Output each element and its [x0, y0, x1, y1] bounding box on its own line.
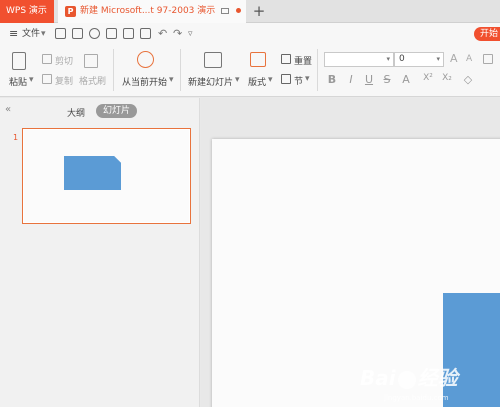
- tab-outline[interactable]: 大纲: [67, 106, 85, 119]
- font-family-select[interactable]: ▾: [324, 52, 394, 67]
- chevron-down-icon: ▾: [386, 55, 390, 63]
- document-tab-label: 新建 Microsoft...t 97-2003 演示: [80, 6, 216, 16]
- underline-button[interactable]: U: [363, 73, 375, 86]
- menu-bar: ≡ 文件 ▾ ↶ ↷ ▿ 开始: [0, 23, 500, 45]
- print-preview-icon[interactable]: [123, 28, 134, 39]
- app-tab[interactable]: WPS 演示: [0, 0, 54, 23]
- baidu-watermark: Bai 经验: [360, 358, 500, 398]
- collapse-panel-icon[interactable]: «: [5, 104, 11, 115]
- ribbon: 粘贴 ▾ 剪切 复制 格式刷 从当前开始 ▾ 新建幻灯片 ▾ 版式 ▾ 重置 节…: [0, 45, 500, 97]
- new-slide-label[interactable]: 新建幻灯片: [188, 75, 233, 88]
- document-tab[interactable]: P 新建 Microsoft...t 97-2003 演示: [58, 0, 246, 23]
- format-painter-label[interactable]: 格式刷: [79, 74, 106, 87]
- presentation-file-icon: P: [65, 6, 76, 17]
- divider: [180, 49, 181, 91]
- cut-button-label[interactable]: 剪切: [55, 54, 73, 67]
- section-label[interactable]: 节: [294, 74, 303, 87]
- tab-slides[interactable]: 幻灯片: [96, 104, 137, 118]
- subscript-button[interactable]: X₂: [441, 73, 453, 83]
- strikethrough-button[interactable]: S: [381, 73, 393, 86]
- new-tab-button[interactable]: +: [252, 2, 266, 20]
- scissors-icon[interactable]: [42, 54, 52, 64]
- increase-font-icon[interactable]: A: [450, 52, 458, 65]
- font-size-select[interactable]: 0 ▾: [394, 52, 444, 67]
- quick-access-dropdown-icon[interactable]: ▿: [188, 27, 193, 41]
- bold-button[interactable]: B: [326, 73, 338, 86]
- font-color-button[interactable]: A: [400, 73, 412, 86]
- paste-button-label[interactable]: 粘贴: [9, 75, 27, 88]
- chevron-down-icon[interactable]: ▾: [41, 27, 46, 41]
- eraser-icon[interactable]: ◇: [462, 73, 474, 86]
- reset-label[interactable]: 重置: [294, 54, 312, 67]
- menu-icon[interactable]: ≡: [9, 27, 18, 41]
- search-icon[interactable]: [89, 28, 100, 39]
- section-dropdown-icon[interactable]: ▾: [305, 74, 310, 84]
- italic-button[interactable]: I: [345, 73, 357, 86]
- section-icon[interactable]: [281, 74, 291, 84]
- play-icon[interactable]: [137, 51, 154, 68]
- font-size-value: 0: [399, 54, 405, 64]
- paste-icon[interactable]: [12, 52, 26, 70]
- start-tab[interactable]: 开始: [474, 27, 500, 41]
- monitor-icon: [221, 7, 230, 14]
- slide-thumbnail[interactable]: [22, 128, 191, 224]
- from-current-slide-label[interactable]: 从当前开始: [122, 75, 167, 88]
- layout-label[interactable]: 版式: [248, 75, 266, 88]
- new-slide-icon[interactable]: [204, 52, 222, 68]
- print-icon[interactable]: [106, 28, 117, 39]
- slide-panel: « 大纲 幻灯片 1: [0, 98, 200, 407]
- decrease-font-icon[interactable]: A: [466, 54, 472, 64]
- reset-icon[interactable]: [281, 54, 291, 64]
- clear-format-icon[interactable]: [483, 54, 493, 64]
- watermark-url: jingyan.baidu.com: [384, 394, 449, 402]
- undo-icon[interactable]: ↶: [158, 27, 167, 41]
- watermark-text-right: 经验: [417, 366, 458, 390]
- tab-bar: WPS 演示 P 新建 Microsoft...t 97-2003 演示 +: [0, 0, 500, 23]
- copy-icon[interactable]: [42, 74, 52, 84]
- redo-icon[interactable]: ↷: [173, 27, 182, 41]
- divider: [317, 49, 318, 91]
- paste-dropdown-icon[interactable]: ▾: [29, 75, 34, 85]
- file-menu[interactable]: 文件: [22, 27, 40, 41]
- save-icon[interactable]: [72, 28, 83, 39]
- divider: [113, 49, 114, 91]
- layout-icon[interactable]: [250, 52, 266, 67]
- unsaved-dot-icon: [236, 8, 242, 13]
- superscript-button[interactable]: X²: [422, 73, 434, 83]
- chevron-down-icon: ▾: [436, 55, 440, 63]
- open-folder-icon[interactable]: [55, 28, 66, 39]
- format-painter-icon[interactable]: [84, 54, 98, 68]
- from-current-dropdown-icon[interactable]: ▾: [169, 75, 174, 85]
- new-slide-dropdown-icon[interactable]: ▾: [235, 75, 240, 85]
- thumbnail-shape: [64, 156, 121, 190]
- paw-icon: [397, 370, 416, 389]
- slide-number: 1: [13, 133, 19, 142]
- copy-button-label[interactable]: 复制: [55, 74, 73, 87]
- layout-dropdown-icon[interactable]: ▾: [268, 75, 273, 85]
- watermark-text-left: Bai: [360, 366, 396, 390]
- export-pdf-icon[interactable]: [140, 28, 151, 39]
